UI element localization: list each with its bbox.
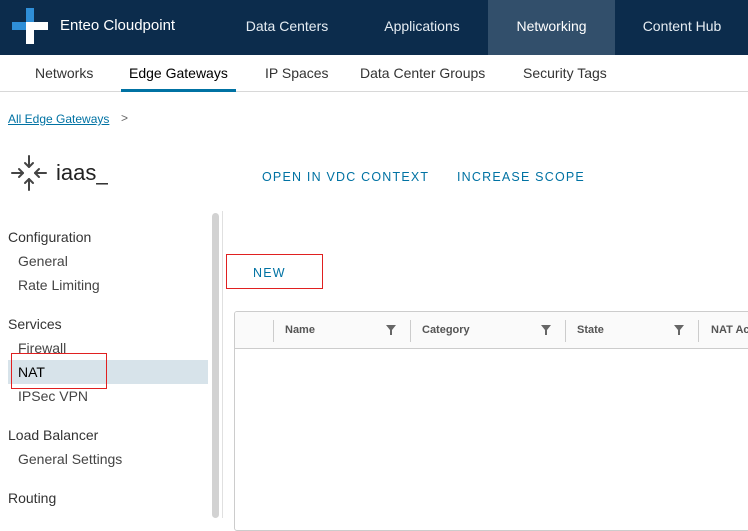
column-separator[interactable] <box>565 320 566 342</box>
open-in-vdc-context-button[interactable]: OPEN IN VDC CONTEXT <box>262 170 429 184</box>
nav-applications[interactable]: Applications <box>362 0 482 55</box>
sidebar-section-routing: Routing <box>8 490 57 506</box>
column-header-name[interactable]: Name <box>285 324 315 336</box>
sidebar-item-general[interactable]: General <box>18 253 68 269</box>
column-header-state[interactable]: State <box>577 324 604 336</box>
sidebar-section-configuration: Configuration <box>8 229 92 245</box>
tab-data-center-groups[interactable]: Data Center Groups <box>360 55 485 92</box>
sidebar-item-ipsec-vpn[interactable]: IPSec VPN <box>18 388 88 404</box>
brand-logo-icon[interactable] <box>12 8 48 44</box>
column-separator[interactable] <box>410 320 411 342</box>
tab-networks[interactable]: Networks <box>35 55 93 92</box>
column-header-nat-action[interactable]: NAT Ac <box>711 324 748 336</box>
nav-networking[interactable]: Networking <box>488 0 615 55</box>
tab-edge-gateways[interactable]: Edge Gateways <box>121 55 236 92</box>
sub-navigation: Networks Edge Gateways IP Spaces Data Ce… <box>0 55 748 92</box>
column-separator[interactable] <box>273 320 274 342</box>
nat-highlight-box <box>11 353 107 389</box>
sidebar-section-load-balancer: Load Balancer <box>8 427 99 443</box>
nav-data-centers[interactable]: Data Centers <box>226 0 348 55</box>
top-header: Enteo Cloudpoint Data Centers Applicatio… <box>0 0 748 55</box>
tab-ip-spaces[interactable]: IP Spaces <box>265 55 329 92</box>
breadcrumb-all-edge-gateways[interactable]: All Edge Gateways <box>8 112 109 126</box>
edge-gateway-icon <box>11 155 47 191</box>
sidebar-item-rate-limiting[interactable]: Rate Limiting <box>18 277 100 293</box>
increase-scope-button[interactable]: INCREASE SCOPE <box>457 170 585 184</box>
column-header-category[interactable]: Category <box>422 324 470 336</box>
filter-icon[interactable] <box>386 325 396 335</box>
brand-name: Enteo Cloudpoint <box>60 17 176 34</box>
tab-security-tags[interactable]: Security Tags <box>523 55 607 92</box>
new-nat-rule-button[interactable]: NEW <box>253 266 286 280</box>
nat-rules-grid: Name Category State NAT Ac <box>234 311 748 531</box>
column-separator[interactable] <box>698 320 699 342</box>
filter-icon[interactable] <box>674 325 684 335</box>
redacted-gateway-name <box>108 166 244 185</box>
redacted-breadcrumb <box>134 113 262 132</box>
sidebar-scrollbar[interactable] <box>212 213 219 518</box>
sidebar-item-general-settings[interactable]: General Settings <box>18 451 122 467</box>
sidebar-section-services: Services <box>8 316 62 332</box>
breadcrumb-separator-icon: > <box>121 111 129 125</box>
nav-content-hub[interactable]: Content Hub <box>622 0 742 55</box>
page-title: iaas_ <box>56 160 109 185</box>
filter-icon[interactable] <box>541 325 551 335</box>
grid-header: Name Category State NAT Ac <box>235 312 748 349</box>
sidebar-divider <box>222 211 223 518</box>
